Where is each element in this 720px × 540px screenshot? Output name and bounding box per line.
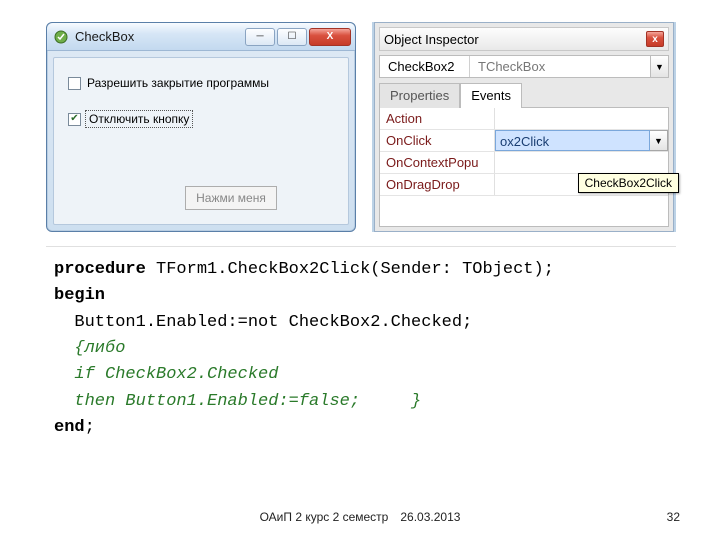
object-inspector: Object Inspector x CheckBox2 TCheckBox ▼… — [374, 22, 674, 232]
footer-course: ОАиП 2 курс 2 семестр — [260, 510, 389, 524]
app-icon — [53, 29, 69, 45]
code-l6: then Button1.Enabled:=false; } — [54, 392, 421, 411]
object-name: CheckBox2 — [380, 56, 470, 77]
object-selector[interactable]: CheckBox2 TCheckBox ▼ — [379, 55, 669, 78]
footer-date: 26.03.2013 — [400, 510, 460, 524]
inspector-title: Object Inspector — [384, 32, 479, 47]
close-button[interactable]: X — [309, 28, 351, 46]
events-grid: Action OnClick ox2Click ▼ OnContextPopu … — [379, 107, 669, 227]
tooltip: CheckBox2Click — [578, 173, 679, 193]
inspector-titlebar[interactable]: Object Inspector x — [379, 27, 669, 51]
footer: ОАиП 2 курс 2 семестр 26.03.2013 32 — [0, 510, 720, 524]
key-onclick: OnClick — [380, 130, 495, 151]
checkbox1-row[interactable]: Разрешить закрытие программы — [68, 76, 334, 90]
object-dropdown-icon[interactable]: ▼ — [650, 56, 668, 77]
window-title: CheckBox — [75, 29, 245, 44]
kw-procedure: procedure — [54, 260, 146, 279]
code-l5: if CheckBox2.Checked — [54, 365, 278, 384]
row-action[interactable]: Action — [380, 108, 668, 130]
key-action: Action — [380, 108, 495, 129]
minimize-button[interactable]: ─ — [245, 28, 275, 46]
object-type: TCheckBox — [470, 56, 650, 77]
code-l3: Button1.Enabled:=not CheckBox2.Checked; — [54, 313, 472, 332]
checkbox2-box[interactable]: ✔ — [68, 113, 81, 126]
checkbox2-row[interactable]: ✔ Отключить кнопку — [68, 110, 334, 128]
onclick-dropdown-icon[interactable]: ▼ — [650, 130, 668, 151]
checkbox1-label: Разрешить закрытие программы — [87, 76, 269, 90]
inspector-close-button[interactable]: x — [646, 31, 664, 47]
client-area: Разрешить закрытие программы ✔ Отключить… — [53, 57, 349, 225]
maximize-button[interactable]: ☐ — [277, 28, 307, 46]
tab-properties[interactable]: Properties — [379, 83, 460, 108]
checkbox1-box[interactable] — [68, 77, 81, 90]
checkbox-app-window: CheckBox ─ ☐ X Разрешить закрытие програ… — [46, 22, 356, 232]
kw-begin: begin — [54, 286, 105, 305]
checkbox2-label: Отключить кнопку — [85, 110, 193, 128]
page-number: 32 — [667, 510, 680, 524]
row-oncontextpopup[interactable]: OnContextPopu — [380, 152, 668, 174]
titlebar[interactable]: CheckBox ─ ☐ X — [47, 23, 355, 51]
key-oncontextpopup: OnContextPopu — [380, 152, 495, 173]
code-l4: {либо — [54, 339, 125, 358]
kw-end: end — [54, 418, 85, 437]
onclick-value[interactable]: ox2Click — [495, 130, 650, 151]
press-me-button: Нажми меня — [185, 186, 277, 210]
code-block: procedure TForm1.CheckBox2Click(Sender: … — [46, 246, 676, 449]
code-l7b: ; — [85, 418, 95, 437]
key-ondragdrop: OnDragDrop — [380, 174, 495, 195]
tab-events[interactable]: Events — [460, 83, 522, 108]
code-sig: TForm1.CheckBox2Click(Sender: TObject); — [146, 260, 554, 279]
row-onclick[interactable]: OnClick ox2Click ▼ — [380, 130, 668, 152]
